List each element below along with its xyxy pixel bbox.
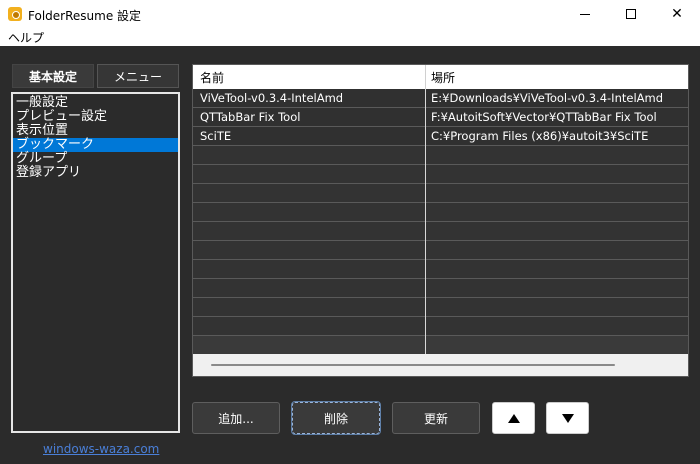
cell-name: ViVeTool-v0.3.4-IntelAmd <box>200 91 344 105</box>
cell-location: F:¥AutoitSoft¥Vector¥QTTabBar Fix Tool <box>431 110 657 124</box>
window-title: FolderResume 設定 <box>28 9 142 23</box>
app-icon <box>8 7 22 21</box>
empty-table-row[interactable] <box>193 146 688 165</box>
table-row[interactable]: SciTE C:¥Program Files (x86)¥autoit3¥SciT… <box>193 127 688 146</box>
add-button[interactable]: 追加... <box>192 402 280 434</box>
bookmark-grid[interactable]: 名前 場所 ViVeTool-v0.3.4-IntelAmd E:¥Downloa… <box>192 64 689 377</box>
close-button[interactable]: ✕ <box>654 0 700 28</box>
delete-button[interactable]: 削除 <box>291 401 381 435</box>
grid-body: ViVeTool-v0.3.4-IntelAmd E:¥Downloads¥ViV… <box>193 89 688 354</box>
empty-table-row[interactable] <box>193 279 688 298</box>
website-link[interactable]: windows-waza.com <box>43 442 159 456</box>
settings-item-registered-apps[interactable]: 登録アプリ <box>13 166 178 180</box>
table-row[interactable]: QTTabBar Fix Tool F:¥AutoitSoft¥Vector¥QT… <box>193 108 688 127</box>
cell-name: QTTabBar Fix Tool <box>200 110 301 124</box>
menu-help[interactable]: ヘルプ <box>8 29 44 46</box>
empty-table-row[interactable] <box>193 184 688 203</box>
settings-item-bookmark[interactable]: ブックマーク <box>13 138 178 152</box>
empty-table-row[interactable] <box>193 260 688 279</box>
empty-table-row[interactable] <box>193 222 688 241</box>
cell-location: E:¥Downloads¥ViVeTool-v0.3.4-IntelAmd <box>431 91 664 105</box>
tab-menu[interactable]: メニュー <box>97 64 179 88</box>
cell-location: C:¥Program Files (x86)¥autoit3¥SciTE <box>431 129 649 143</box>
column-header-location[interactable]: 場所 <box>431 69 455 86</box>
tab-basic-settings[interactable]: 基本設定 <box>12 64 94 88</box>
arrow-down-icon <box>561 413 574 423</box>
menu-bar: ヘルプ <box>0 28 700 46</box>
arrow-up-icon <box>507 413 520 423</box>
move-up-button[interactable] <box>492 402 535 434</box>
grid-header: 名前 場所 <box>193 65 688 89</box>
title-bar: FolderResume 設定 ✕ <box>0 0 700 28</box>
header-divider[interactable] <box>425 65 426 89</box>
maximize-button[interactable] <box>608 0 654 28</box>
close-icon: ✕ <box>671 6 683 22</box>
empty-table-row[interactable] <box>193 241 688 260</box>
table-row[interactable]: ViVeTool-v0.3.4-IntelAmd E:¥Downloads¥ViV… <box>193 89 688 108</box>
column-header-name[interactable]: 名前 <box>200 69 224 86</box>
settings-item-preview[interactable]: プレビュー設定 <box>13 110 178 124</box>
scrollbar-thumb[interactable] <box>211 364 615 366</box>
settings-category-list[interactable]: 一般設定 プレビュー設定 表示位置 ブックマーク グループ 登録アプリ <box>11 92 180 433</box>
move-down-button[interactable] <box>546 402 589 434</box>
empty-table-row[interactable] <box>193 298 688 317</box>
settings-item-general[interactable]: 一般設定 <box>13 96 178 110</box>
empty-table-row[interactable] <box>193 165 688 184</box>
minimize-icon <box>580 13 590 15</box>
empty-table-row[interactable] <box>193 203 688 222</box>
maximize-icon <box>626 9 636 19</box>
column-divider <box>425 89 426 354</box>
minimize-button[interactable] <box>562 0 608 28</box>
settings-item-display-position[interactable]: 表示位置 <box>13 124 178 138</box>
empty-table-row[interactable] <box>193 317 688 336</box>
update-button[interactable]: 更新 <box>392 402 480 434</box>
settings-item-group[interactable]: グループ <box>13 152 178 166</box>
horizontal-scrollbar[interactable] <box>193 354 688 376</box>
cell-name: SciTE <box>200 129 232 143</box>
